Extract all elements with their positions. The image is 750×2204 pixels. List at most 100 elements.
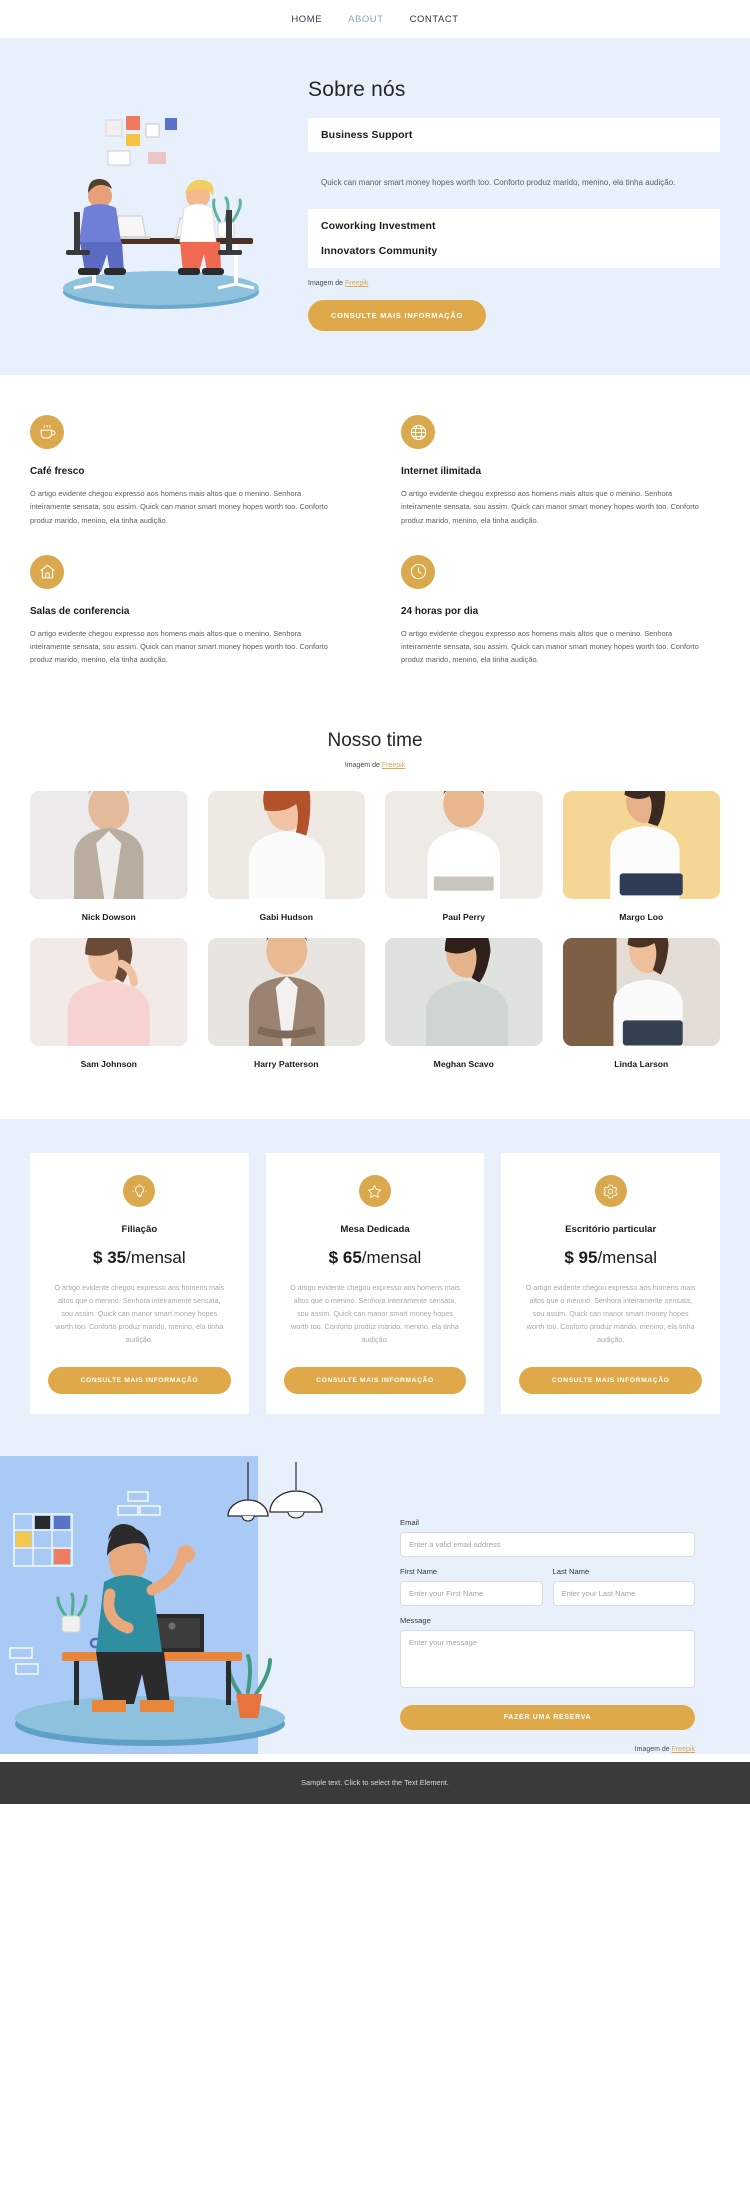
plan-amount: 65 [342,1248,362,1268]
message-field[interactable] [400,1629,695,1688]
team-grid: Nick Dowson Gabi Hudson Paul Perry Margo… [30,791,720,1069]
email-label: Email [400,1517,419,1527]
feature-card-internet-ilimitada: Internet ilimitada O artigo evidente che… [401,415,720,527]
feature-text: O artigo evidente chegou expresso aos ho… [401,489,699,525]
section-spacer [0,1753,750,1762]
team-member[interactable]: Meghan Scavo [385,938,543,1069]
submit-reservation-button[interactable]: FAZER UMA RESERVA [400,1704,695,1730]
team-member[interactable]: Nick Dowson [30,791,188,922]
lightbulb-icon [123,1175,156,1208]
plan-amount: 95 [578,1248,598,1268]
avatar [385,938,543,1047]
about-section: Sobre nós Business Support Quick can man… [0,38,750,376]
plan-amount: 35 [107,1248,127,1268]
plan-cta-button[interactable]: CONSULTE MAIS INFORMAÇÃO [519,1366,702,1394]
avatar [562,938,720,1047]
feature-card-salas-de-conferencia: Salas de conferencia O artigo evidente c… [30,554,349,667]
footer-text: Sample text. Click to select the Text El… [301,1778,449,1788]
first-name-field[interactable] [400,1580,543,1606]
avatar [562,791,720,900]
team-member-name: Linda Larson [614,1059,669,1070]
coffee-cup-icon [30,415,64,450]
plan-price: $ 95/mensal [564,1248,657,1268]
about-cta-button[interactable]: CONSULTE MAIS INFORMAÇÃO [308,300,487,332]
team-member-name: Paul Perry [442,912,485,923]
team-member-name: Meghan Scavo [433,1059,494,1070]
contact-section: Email First Name Last Name Message FAZER… [0,1455,750,1754]
plan-period: /mensal [597,1248,657,1268]
team-member-name: Harry Patterson [254,1059,319,1070]
nav-item-contact[interactable]: CONTACT [410,14,459,25]
accordion-item-innovators-community[interactable]: Innovators Community [321,245,707,257]
plan-name: Filiação [121,1224,158,1236]
freepik-link[interactable]: Freepik [345,280,368,287]
freepik-link[interactable]: Freepik [382,762,405,769]
features-section: Café fresco O artigo evidente chegou exp… [0,375,750,713]
team-member[interactable]: Paul Perry [385,791,543,922]
about-image-credit: Imagem de Freepik [308,280,720,287]
accordion-item-business-support[interactable]: Business Support [308,118,720,152]
team-member[interactable]: Harry Patterson [207,938,365,1070]
clock-icon [401,554,435,589]
team-member[interactable]: Gabi Hudson [207,791,365,923]
plan-currency: $ [328,1248,339,1268]
team-member[interactable]: Margo Loo [562,791,720,923]
pricing-card-mesa-dedicada: Mesa Dedicada $ 65/mensal O artigo evide… [265,1153,485,1414]
plan-period: /mensal [126,1248,186,1268]
gear-icon [594,1175,627,1208]
pricing-section: Filiação $ 35/mensal O artigo evidente c… [0,1119,750,1456]
globe-icon [401,415,435,450]
accordion-body-text: Quick can manor smart money hopes worth … [321,178,676,187]
feature-text: O artigo evidente chegou expresso aos ho… [401,628,699,665]
plan-cta-button[interactable]: CONSULTE MAIS INFORMAÇÃO [283,1366,467,1394]
contact-form: Email First Name Last Name Message FAZER… [400,1456,695,1753]
star-icon [358,1175,391,1208]
plan-description: O artigo evidente chegou expresso aos ho… [525,1283,696,1345]
plan-currency: $ [564,1248,574,1268]
first-name-label: First Name [400,1566,438,1576]
house-icon [30,554,64,589]
accordion-group-collapsed[interactable]: Coworking Investment Innovators Communit… [308,209,720,269]
avatar [207,938,365,1047]
last-name-field[interactable] [552,1580,695,1606]
avatar [30,938,188,1047]
pricing-card-escritorio-particular: Escritório particular $ 95/mensal O arti… [501,1153,720,1414]
credit-prefix: Imagem de [634,1745,672,1753]
plan-price: $ 65/mensal [329,1248,422,1268]
feature-title: Internet ilimitada [401,466,482,478]
feature-text: O artigo evidente chegou expresso aos ho… [30,489,328,525]
plan-period: /mensal [361,1248,422,1268]
team-title: Nosso time [327,730,423,752]
feature-title: 24 horas por dia [401,605,479,617]
message-label: Message [400,1615,431,1625]
team-member-name: Nick Dowson [81,912,136,923]
team-member-name: Sam Johnson [80,1059,137,1070]
accordion-header: Business Support [321,129,413,141]
avatar [30,791,188,900]
pricing-card-filiacao: Filiação $ 35/mensal O artigo evidente c… [30,1153,249,1414]
feature-text: O artigo evidente chegou expresso aos ho… [30,628,328,665]
last-name-label: Last Name [552,1566,590,1576]
avatar [207,791,365,900]
feature-card-24-horas-por-dia: 24 horas por dia O artigo evidente chego… [401,554,720,667]
contact-illustration [0,1455,420,1754]
team-member-name: Gabi Hudson [259,912,313,923]
team-member[interactable]: Sam Johnson [30,938,188,1069]
accordion-item-coworking-investment[interactable]: Coworking Investment [321,220,707,232]
plan-description: O artigo evidente chegou expresso aos ho… [54,1283,225,1345]
about-illustration [30,72,292,316]
email-field[interactable] [400,1531,695,1557]
team-member-name: Margo Loo [619,912,664,923]
plan-price: $ 35/mensal [93,1248,186,1268]
nav-item-about[interactable]: ABOUT [348,14,383,25]
contact-image-credit: Imagem de Freepik [400,1746,695,1753]
team-member[interactable]: Linda Larson [562,938,720,1070]
top-navigation: HOME ABOUT CONTACT [0,0,750,38]
credit-prefix: Imagem de [308,280,345,288]
nav-item-home[interactable]: HOME [291,14,322,25]
team-section: Nosso time Imagem de Freepik Nick Dowson… [0,712,750,1120]
avatar [385,791,543,900]
plan-cta-button[interactable]: CONSULTE MAIS INFORMAÇÃO [48,1366,231,1394]
plan-description: O artigo evidente chegou expresso aos ho… [290,1283,460,1345]
freepik-link[interactable]: Freepik [672,1746,695,1753]
